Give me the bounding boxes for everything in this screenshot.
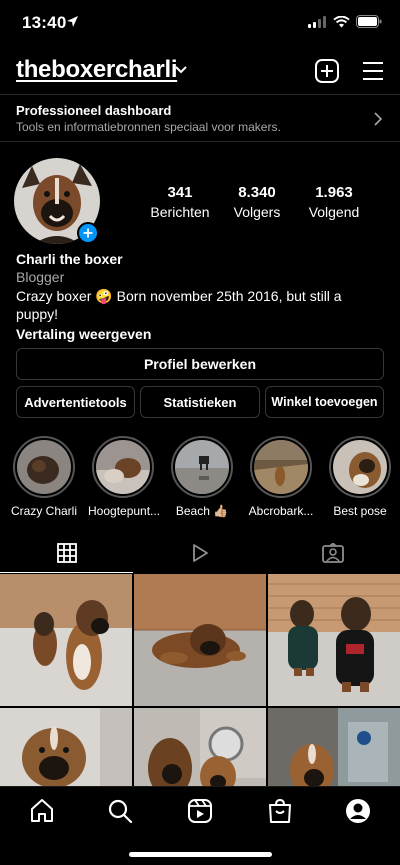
highlight-label: Crazy Charli bbox=[10, 504, 77, 518]
highlight-label: Abcrobark... bbox=[248, 504, 314, 518]
battery-icon bbox=[356, 15, 382, 28]
bio-text: Crazy boxer 🤪 Born november 25th 2016, b… bbox=[16, 288, 342, 322]
profile-tabs bbox=[0, 532, 400, 574]
avatar[interactable] bbox=[14, 158, 100, 244]
add-shop-button[interactable]: Winkel toevoegen bbox=[265, 386, 384, 418]
highlight-item[interactable]: Best pose bbox=[325, 436, 395, 518]
highlight-cover bbox=[333, 440, 387, 494]
home-icon[interactable] bbox=[28, 797, 56, 825]
profile-category: Blogger bbox=[16, 269, 65, 285]
stat-label: Berichten bbox=[150, 204, 210, 220]
profile-summary: 341 Berichten 8.340 Volgers 1.963 Volgen… bbox=[0, 156, 400, 248]
ad-tools-button[interactable]: Advertentietools bbox=[16, 386, 135, 418]
highlight-cover bbox=[96, 440, 150, 494]
location-arrow-icon bbox=[67, 16, 78, 27]
plus-icon bbox=[83, 228, 93, 238]
post-thumbnail[interactable] bbox=[268, 574, 400, 706]
profile-header: theboxercharli bbox=[0, 50, 400, 94]
highlight-item[interactable]: Crazy Charli bbox=[9, 436, 79, 518]
search-icon[interactable] bbox=[106, 797, 134, 825]
home-indicator bbox=[129, 852, 272, 857]
menu-icon[interactable] bbox=[360, 58, 386, 84]
grid-icon bbox=[56, 543, 77, 563]
status-bar: 13:40 bbox=[0, 0, 400, 48]
highlight-item[interactable]: Abcrobark... bbox=[246, 436, 316, 518]
stat-number: 8.340 bbox=[238, 184, 276, 201]
tab-posts-grid[interactable] bbox=[0, 532, 133, 574]
create-new-icon[interactable] bbox=[314, 58, 340, 84]
post-thumbnail[interactable] bbox=[0, 574, 132, 706]
cellular-signal-icon bbox=[308, 15, 326, 28]
highlight-label: Beach 👍🏼 bbox=[175, 504, 229, 518]
stat-number: 341 bbox=[167, 184, 193, 201]
dashboard-title: Professioneel dashboard bbox=[16, 103, 172, 118]
profile-bio: Charli the boxer Blogger Crazy boxer 🤪 B… bbox=[16, 250, 386, 343]
highlight-cover bbox=[17, 440, 71, 494]
stat-number: 1.963 bbox=[315, 184, 353, 201]
reels-icon[interactable] bbox=[186, 797, 214, 825]
stat-following[interactable]: 1.963 Volgend bbox=[294, 184, 374, 220]
tab-tagged[interactable] bbox=[266, 532, 399, 574]
post-thumbnail[interactable] bbox=[134, 574, 266, 706]
play-icon bbox=[192, 544, 208, 562]
wifi-icon bbox=[333, 15, 350, 27]
dashboard-subtitle: Tools en informatiebronnen speciaal voor… bbox=[16, 120, 281, 134]
stat-label: Volgend bbox=[308, 204, 360, 220]
insights-button[interactable]: Statistieken bbox=[140, 386, 260, 418]
stat-followers[interactable]: 8.340 Volgers bbox=[217, 184, 297, 220]
add-story-button[interactable] bbox=[77, 222, 99, 244]
story-highlights: Crazy Charli Hoogtepunt... Beach 👍🏼 Abcr… bbox=[0, 436, 400, 520]
chevron-down-icon[interactable] bbox=[175, 66, 187, 74]
tab-reels[interactable] bbox=[133, 532, 266, 574]
profile-name: Charli the boxer bbox=[16, 251, 123, 267]
highlight-item[interactable]: Hoogtepunt... bbox=[88, 436, 161, 518]
username-switcher[interactable]: theboxercharli bbox=[16, 56, 177, 84]
professional-dashboard[interactable]: Professioneel dashboard Tools en informa… bbox=[0, 94, 400, 142]
status-time: 13:40 bbox=[22, 13, 67, 32]
stat-posts[interactable]: 341 Berichten bbox=[140, 184, 220, 220]
highlight-item[interactable]: Beach 👍🏼 bbox=[167, 436, 237, 518]
status-icons bbox=[308, 15, 382, 28]
highlight-cover bbox=[254, 440, 308, 494]
translate-link[interactable]: Vertaling weergeven bbox=[16, 325, 386, 343]
profile-icon[interactable] bbox=[344, 797, 372, 825]
highlight-label: Hoogtepunt... bbox=[88, 504, 161, 518]
highlight-cover bbox=[175, 440, 229, 494]
highlight-label: Best pose bbox=[333, 504, 387, 518]
stat-label: Volgers bbox=[233, 204, 281, 220]
active-tab-indicator bbox=[0, 572, 133, 573]
edit-profile-button[interactable]: Profiel bewerken bbox=[16, 348, 384, 380]
chevron-right-icon bbox=[374, 112, 382, 126]
tagged-person-icon bbox=[321, 543, 344, 563]
shop-icon[interactable] bbox=[266, 797, 294, 825]
post-grid bbox=[0, 574, 400, 840]
